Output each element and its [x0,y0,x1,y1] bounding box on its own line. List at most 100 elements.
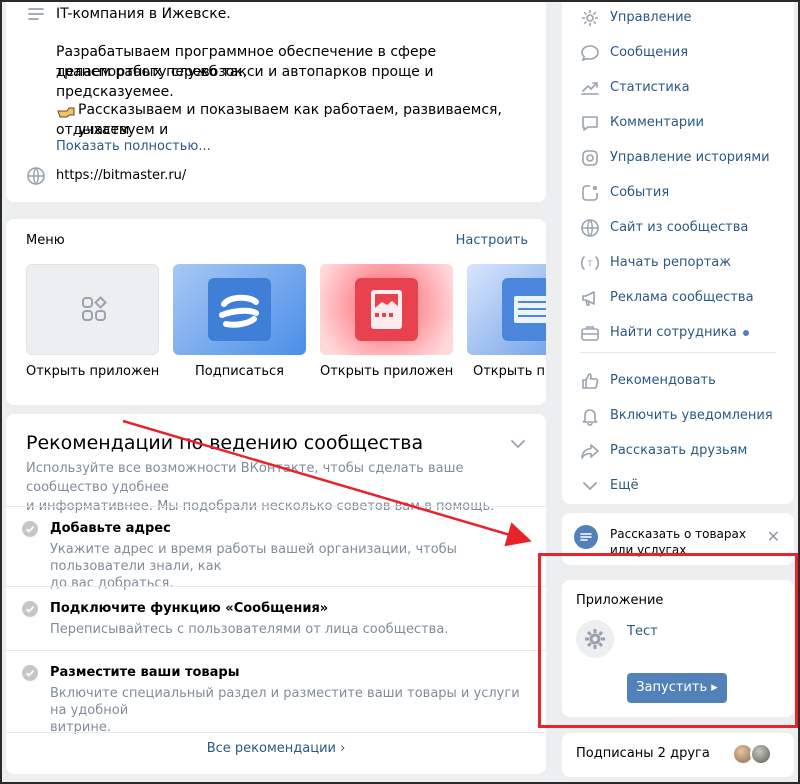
thumb-up-icon [580,371,600,391]
recommendations-divider [6,732,546,733]
stories-icon [580,148,600,168]
menu-tile-subscribe[interactable] [173,264,306,355]
menu-tile-open-app-3[interactable] [467,264,546,355]
recommendation-item-messages[interactable]: Подключите функцию «Сообщения» Переписыв… [6,586,546,650]
community-nav: Управление Сообщения Статистика Коммента… [562,0,794,504]
svg-text:T: T [587,260,593,269]
application-card: Приложение Тест Запустить ▸ [562,580,794,717]
app-avatar[interactable] [576,620,614,658]
menu-tile-open-app-2[interactable] [320,264,453,355]
nav-label: Управление историями [610,150,770,165]
nav-label: Управление [610,10,692,25]
recommendation-text-line-1: Укажите адрес и время работы вашей орган… [50,542,457,574]
about-description: IT-компания в Ижевске. [56,6,231,22]
about-line-4: Рассказываем и показываем как работаем, … [78,102,502,138]
apps-icon [80,295,108,323]
nav-label: Рассказать друзьям [610,443,748,458]
comment-icon [580,113,600,133]
friends-subscribed-text: Подписаны 2 друга [576,746,710,761]
nav-item-more[interactable]: Ещё [562,468,794,503]
megaphone-icon [580,288,600,308]
recommendations-heading: Рекомендации по ведению сообщества [26,432,424,454]
message-icon [580,43,600,63]
nav-label: Статистика [610,80,690,95]
list-bubble-icon [574,525,598,549]
nav-label: Сообщения [610,45,689,60]
nav-item-events[interactable]: События [562,175,794,210]
menu-title: Меню [26,233,65,248]
nav-item-site[interactable]: Сайт из сообщества [562,210,794,245]
recommendation-text: Укажите адрес и время работы вашей орган… [50,541,535,592]
nav-item-statistics[interactable]: Статистика [562,70,794,105]
recommendation-title: Разместите ваши товары [50,665,240,680]
nav-item-ads[interactable]: Реклама сообщества [562,280,794,315]
menu-tile-label-2: Подписаться [195,364,284,379]
nav-label-text: Найти сотрудника [610,325,737,340]
nav-item-share[interactable]: Рассказать друзьям [562,433,794,468]
live-icon: T [580,253,600,273]
menu-tile-label-3: Открыть приложен... [320,364,453,379]
nav-label: Реклама сообщества [610,290,754,305]
nav-item-find-employee[interactable]: Найти сотрудника [562,315,794,350]
table-app-icon [502,278,546,341]
chevron-down-icon [580,476,600,496]
nav-item-stories[interactable]: Управление историями [562,140,794,175]
menu-setup-link[interactable]: Настроить [456,233,528,248]
nav-label: Комментарии [610,115,704,130]
nav-label: Начать репортаж [610,255,731,270]
briefcase-icon [580,323,600,343]
globe-icon [26,166,46,186]
share-icon [580,441,600,461]
application-title: Приложение [576,593,664,608]
menu-tile-label-1: Открыть приложен... [26,364,159,379]
subscribe-logo-icon [208,278,271,341]
website-link[interactable]: https://bitmaster.ru/ [56,166,186,186]
nav-item-comments[interactable]: Комментарии [562,105,794,140]
friends-subscribed-card[interactable]: Подписаны 2 друга [562,733,794,777]
close-icon[interactable]: ✕ [767,527,780,546]
check-circle-icon [22,665,38,681]
nav-label: Рекомендовать [610,373,716,388]
menu-tile-open-app-1[interactable] [26,264,159,355]
nav-item-manage[interactable]: Управление [562,0,794,35]
show-more-link[interactable]: Показать полностью... [56,137,211,157]
new-dot-indicator [742,329,749,336]
recommendation-text: Переписывайтесь с пользователями от лица… [50,622,449,637]
chevron-down-icon[interactable] [508,434,528,454]
promo-goods-card[interactable]: Рассказать о товарах или услугах ✕ [562,513,794,565]
menu-tile-label-4: Открыть прил [473,364,546,379]
about-line-3: делаем работу служб такси и автопарков п… [56,64,434,100]
globe-icon [580,218,600,238]
check-circle-icon [22,521,38,537]
menu-card: Меню Настроить Открыть приложен... Подпи… [6,219,546,405]
recommendation-text-line-2: витрине. [50,720,112,735]
nav-item-notifications[interactable]: Включить уведомления [562,398,794,433]
all-recommendations-link[interactable]: Все рекомендации › [6,741,546,756]
nav-label: События [610,185,670,200]
friend-avatar[interactable] [750,743,772,765]
nav-item-messages[interactable]: Сообщения [562,35,794,70]
check-circle-icon [22,601,38,617]
nav-label: Найти сотрудника [610,325,749,340]
event-icon [580,183,600,203]
nav-item-live[interactable]: T Начать репортаж [562,245,794,280]
recommendations-subtitle-line-1: Используйте все возможности ВКонтакте, ч… [26,461,464,495]
pointing-hand-icon [56,101,75,119]
launch-app-button[interactable]: Запустить ▸ [627,673,727,703]
nav-label: Ещё [610,478,639,493]
recommendation-item-goods[interactable]: Разместите ваши товары Включите специаль… [6,650,546,735]
app-name[interactable]: Тест [627,624,658,639]
nav-item-recommend[interactable]: Рекомендовать [562,363,794,398]
about-card: IT-компания в Ижевске. Разрабатываем про… [6,0,546,202]
recommendation-text-line-1: Включите специальный раздел и разместите… [50,686,520,718]
recommendation-text: Включите специальный раздел и разместите… [50,685,535,736]
gear-icon [580,8,600,28]
stats-icon [580,78,600,98]
form-app-icon [355,278,418,341]
nav-label: Сайт из сообщества [610,220,749,235]
recommendation-title: Добавьте адрес [50,521,171,536]
recommendation-item-address[interactable]: Добавьте адрес Укажите адрес и время раб… [6,506,546,591]
bell-icon [580,406,600,426]
recommendation-title: Подключите функцию «Сообщения» [50,601,329,616]
nav-label: Включить уведомления [610,408,773,423]
